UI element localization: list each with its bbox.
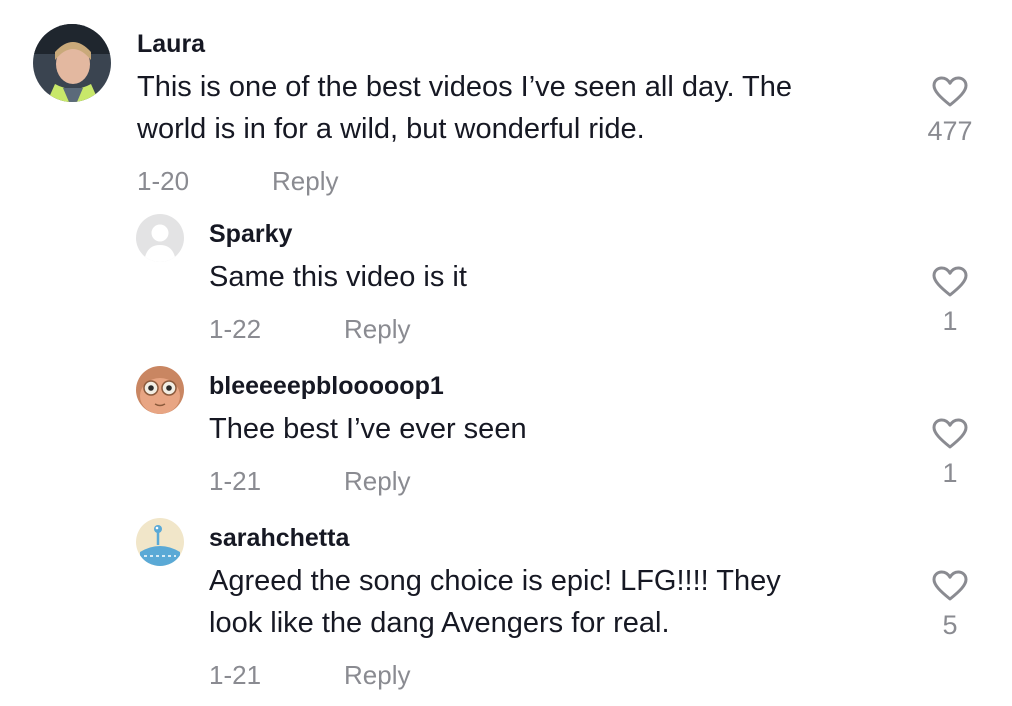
comment-username[interactable]: bleeeeepblooooop1 <box>209 372 444 401</box>
comment-username[interactable]: Sparky <box>209 220 292 249</box>
comment-text-line: Same this video is it <box>209 261 467 293</box>
like-count: 477 <box>927 116 973 146</box>
like-count: 1 <box>942 458 958 488</box>
reply-item: bleeeeepblooooop1 Thee best I’ve ever se… <box>0 355 1012 505</box>
avatar[interactable] <box>136 214 184 262</box>
comment-text-line: This is one of the best videos I’ve seen… <box>137 71 793 103</box>
avatar[interactable] <box>33 24 111 102</box>
avatar[interactable] <box>136 518 184 566</box>
comment-date: 1-21 <box>209 466 262 496</box>
like-button[interactable]: 5 <box>920 570 980 641</box>
comment-date: 1-20 <box>137 166 190 196</box>
reply-button[interactable]: Reply <box>344 466 410 497</box>
comment-item: Laura This is one of the best videos I’v… <box>0 0 1012 200</box>
heart-icon <box>932 570 968 601</box>
comment-text-line: world is in for a wild, but wonderful ri… <box>137 113 645 145</box>
like-button[interactable]: 477 <box>920 76 980 147</box>
like-count: 1 <box>942 306 958 336</box>
heart-icon <box>932 76 968 107</box>
like-count: 5 <box>942 610 958 640</box>
comment-date: 1-22 <box>209 314 262 344</box>
like-button[interactable]: 1 <box>920 266 980 337</box>
reply-button[interactable]: Reply <box>344 314 410 345</box>
like-button[interactable]: 1 <box>920 418 980 489</box>
comment-username[interactable]: sarahchetta <box>209 524 349 553</box>
reply-button[interactable]: Reply <box>344 660 410 691</box>
heart-icon <box>932 418 968 449</box>
comment-text-line: Agreed the song choice is epic! LFG!!!! … <box>209 565 781 597</box>
reply-item: sarahchetta Agreed the song choice is ep… <box>0 505 1012 706</box>
reply-item: Sparky Same this video is it 1-22 Reply … <box>0 200 1012 355</box>
heart-icon <box>932 266 968 297</box>
reply-button[interactable]: Reply <box>272 166 338 197</box>
avatar[interactable] <box>136 366 184 414</box>
comment-text-line: Thee best I’ve ever seen <box>209 413 527 445</box>
comment-text-line: look like the dang Avengers for real. <box>209 607 670 639</box>
comment-date: 1-21 <box>209 660 262 690</box>
comment-username[interactable]: Laura <box>137 30 205 59</box>
